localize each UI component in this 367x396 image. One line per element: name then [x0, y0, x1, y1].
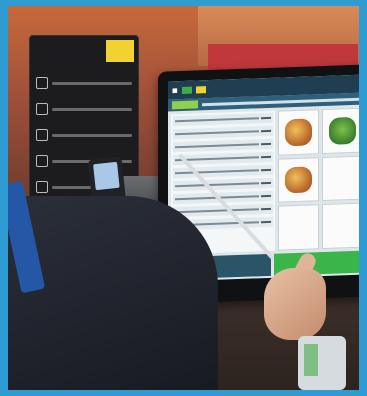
- step-icon: [36, 129, 48, 141]
- list-item[interactable]: [173, 138, 273, 153]
- menu-tile[interactable]: [278, 156, 319, 203]
- kiosk-logo: ■: [172, 86, 178, 94]
- payment-terminal-screen: [93, 161, 120, 191]
- poster-step: [36, 72, 132, 94]
- poster-tag: [106, 40, 134, 62]
- menu-tile[interactable]: [278, 109, 319, 156]
- order-badge: [172, 100, 198, 110]
- list-item[interactable]: [173, 177, 273, 192]
- hand: [264, 268, 326, 340]
- menu-tile[interactable]: [322, 202, 359, 250]
- menu-grid: [278, 107, 359, 251]
- step-icon: [36, 181, 48, 193]
- flag-icon: [195, 85, 206, 93]
- handheld-device: [298, 336, 346, 390]
- person-sleeve: [8, 196, 218, 390]
- flag-icon: [181, 86, 192, 94]
- step-icon: [36, 155, 48, 167]
- menu-tile[interactable]: [322, 107, 359, 154]
- poster-step: [36, 124, 132, 146]
- step-icon: [36, 77, 48, 89]
- list-item[interactable]: [173, 125, 273, 140]
- food-image: [285, 166, 312, 194]
- list-item[interactable]: [173, 112, 273, 127]
- poster-step: [36, 98, 132, 120]
- menu-tile[interactable]: [278, 204, 319, 251]
- menu-tile[interactable]: [322, 155, 359, 202]
- photo: ■: [8, 6, 359, 390]
- food-image: [285, 118, 312, 147]
- step-icon: [36, 103, 48, 115]
- food-image: [329, 116, 356, 145]
